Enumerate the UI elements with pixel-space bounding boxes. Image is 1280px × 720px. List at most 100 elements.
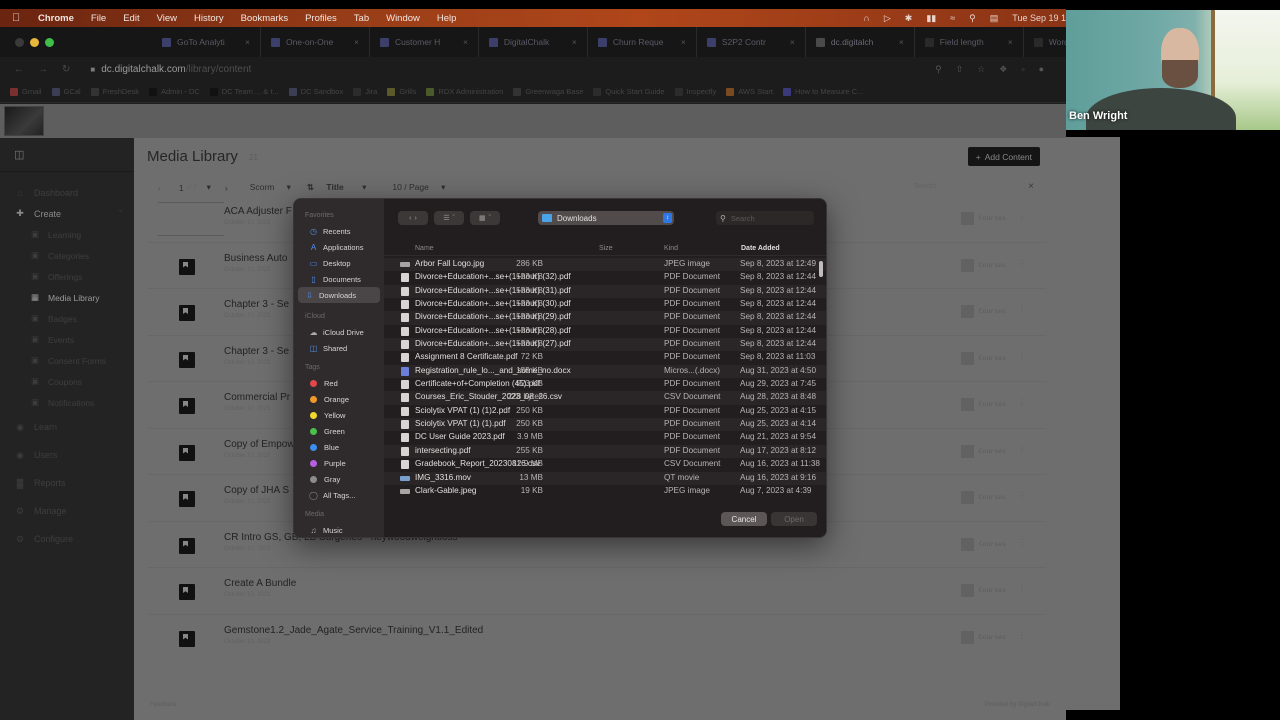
sidebar-item-configure[interactable]: ⚙ Configure [0,525,134,553]
open-button[interactable]: Open [771,512,817,526]
zoom-icon[interactable]: ⚲ [935,64,942,75]
content-title[interactable]: ACA Adjuster F [224,206,292,217]
menu-view[interactable]: View [157,13,177,24]
forward-icon[interactable]: › [415,215,417,222]
sidebar-item-events[interactable]: ▣ Events [0,329,134,350]
view-mode-button[interactable]: ☰ ˇ [434,211,464,225]
sidebar-downloads[interactable]: ⇩ Downloads [298,287,380,303]
prev-page-icon[interactable]: ‹ [158,183,161,193]
per-page-dropdown[interactable]: 10 / Page ▾ [392,182,445,193]
menu-edit[interactable]: Edit [123,13,139,24]
bookmark-star-icon[interactable]: ☆ [977,64,985,75]
sidebar-item-media-library[interactable]: ▦ Media Library [0,287,134,308]
menu-window[interactable]: Window [386,13,420,24]
close-tab-icon[interactable]: × [572,37,577,47]
file-row[interactable]: Divorce+Education+...se+(1+hour) (27).pd… [384,338,826,352]
more-options-icon[interactable]: ⋮ [1018,305,1026,314]
browser-tab-active[interactable]: dc.digitalch × [806,27,915,57]
content-title[interactable]: Chapter 3 - Se [224,299,289,310]
tag-purple[interactable]: Purple [298,455,380,471]
url-input[interactable]: ■ dc.digitalchalk.com/library/content [90,64,251,75]
content-title[interactable]: Chapter 3 - Se [224,346,289,357]
sidebar-item-categories[interactable]: ▣ Categories [0,245,134,266]
bookmark[interactable]: RDX Administration [426,87,503,96]
file-row[interactable]: DC User Guide 2023.pdf 3.9 MB PDF Document… [384,431,826,444]
close-tab-icon[interactable]: × [1008,37,1013,47]
more-options-icon[interactable]: ⋮ [1018,212,1026,221]
bookmark[interactable]: FreshDesk [90,87,139,96]
bookmark[interactable]: DC Team ... & t... [209,87,279,96]
bookmark[interactable]: Inspectly [674,87,716,96]
file-row[interactable]: Divorce+Education+...se+(1+hour) (29).pd… [384,311,826,325]
cancel-button[interactable]: Cancel [721,512,767,526]
sidebar-recents[interactable]: ◷ Recents [298,223,380,239]
file-row[interactable]: Gradebook_Report_20230816.csv 12.9 MB CSV … [384,458,826,471]
sidebar-applications[interactable]: A Applications [298,239,380,255]
browser-tab[interactable]: One-on-One × [261,27,370,57]
file-row[interactable]: Clark-Gable.jpeg 19 KB JPEG image Aug 7, 20… [384,485,826,498]
file-row[interactable]: Assignment 8 Certificate.pdf 72 KB PDF Doc… [384,351,826,364]
clear-search-icon[interactable]: × [1028,181,1034,192]
sidebar-desktop[interactable]: ▭ Desktop [298,255,380,271]
group-button[interactable]: ▦ ˇ [470,211,500,225]
tag-gray[interactable]: Gray [298,471,380,487]
sidebar-item-coupons[interactable]: ▣ Coupons [0,371,134,392]
column-name[interactable]: Name [415,245,434,252]
more-options-icon[interactable]: ⋮ [1018,259,1026,268]
bookmark[interactable]: How to Measure C... [782,87,863,96]
scrollbar[interactable] [819,261,823,277]
tag-yellow[interactable]: Yellow [298,407,380,423]
content-title[interactable]: Copy of Empow [224,439,295,450]
page-number[interactable]: 1 [179,183,184,193]
sidebar-item-learning[interactable]: ▣ Learning [0,224,134,245]
tag-red[interactable]: Red [298,375,380,391]
column-date-added[interactable]: Date Added [741,245,780,252]
forward-icon[interactable]: → [38,64,48,75]
search-input[interactable]: Search × [908,178,1038,194]
wifi-icon[interactable]: ≈ [950,13,955,23]
close-window-button[interactable] [15,37,24,47]
airpods-icon[interactable]: ∩ [863,13,869,23]
sidebar-item-create[interactable]: ✚ Create ˇ [0,203,134,224]
file-row[interactable]: IMG_3316.mov 13 MB QT movie Aug 16, 2023 at… [384,471,826,485]
more-options-icon[interactable]: ⋮ [1018,445,1026,454]
reload-icon[interactable]: ↻ [62,64,70,75]
dialog-search-input[interactable]: ⚲ Search [716,211,814,225]
side-panel-icon[interactable]: ▫ [1021,64,1024,75]
back-icon[interactable]: ‹ [409,215,411,222]
location-popup[interactable]: Downloads ↕ [538,211,674,225]
menu-profiles[interactable]: Profiles [305,13,337,24]
user-avatar[interactable] [4,106,44,136]
sidebar-item-manage[interactable]: ⚙ Manage [0,497,134,525]
sidebar-item-reports[interactable]: ▓ Reports [0,469,134,497]
tag-green[interactable]: Green [298,423,380,439]
file-row[interactable]: Divorce+Education+...se+(1+hour) (31).pd… [384,284,826,299]
file-row[interactable]: Divorce+Education+...se+(1+hour) (28).pd… [384,325,826,338]
all-tags[interactable]: ◯ All Tags... [298,487,380,503]
column-kind[interactable]: Kind [664,245,678,252]
more-options-icon[interactable]: ⋮ [1018,631,1026,640]
sidebar-item-users[interactable]: ◉ Users [0,441,134,469]
menu-help[interactable]: Help [437,13,457,24]
more-options-icon[interactable]: ⋮ [1018,584,1026,593]
more-options-icon[interactable]: ⋮ [1018,352,1026,361]
sidebar-item-consent-forms[interactable]: ▣ Consent Forms [0,350,134,371]
bookmark[interactable]: Quick Start Guide [593,87,665,96]
sidebar-music[interactable]: ♫ Music [298,522,380,537]
browser-tab[interactable]: Customer H × [370,27,479,57]
more-options-icon[interactable]: ⋮ [1018,538,1026,547]
sidebar-item-dashboard[interactable]: ⌂ Dashboard [0,182,134,203]
content-title[interactable]: Gemstone1.2_Jade_Agate_Service_Training_… [224,625,483,636]
browser-tab[interactable]: GoTo Analyti × [152,27,261,57]
more-options-icon[interactable]: ⋮ [1018,398,1026,407]
browser-tab[interactable]: DigitalChalk × [479,27,588,57]
more-options-icon[interactable]: ⋮ [1018,491,1026,500]
content-title[interactable]: Create A Bundle [224,578,296,589]
clock[interactable]: Tue Sep 19 1 [1012,13,1066,23]
menu-tab[interactable]: Tab [354,13,369,24]
bookmark[interactable]: GCal [51,87,81,96]
content-title[interactable]: Copy of JHA S [224,485,289,496]
content-title[interactable]: Commercial Pr [224,392,290,403]
page-dropdown-icon[interactable]: ▾ [207,182,211,193]
tag-orange[interactable]: Orange [298,391,380,407]
